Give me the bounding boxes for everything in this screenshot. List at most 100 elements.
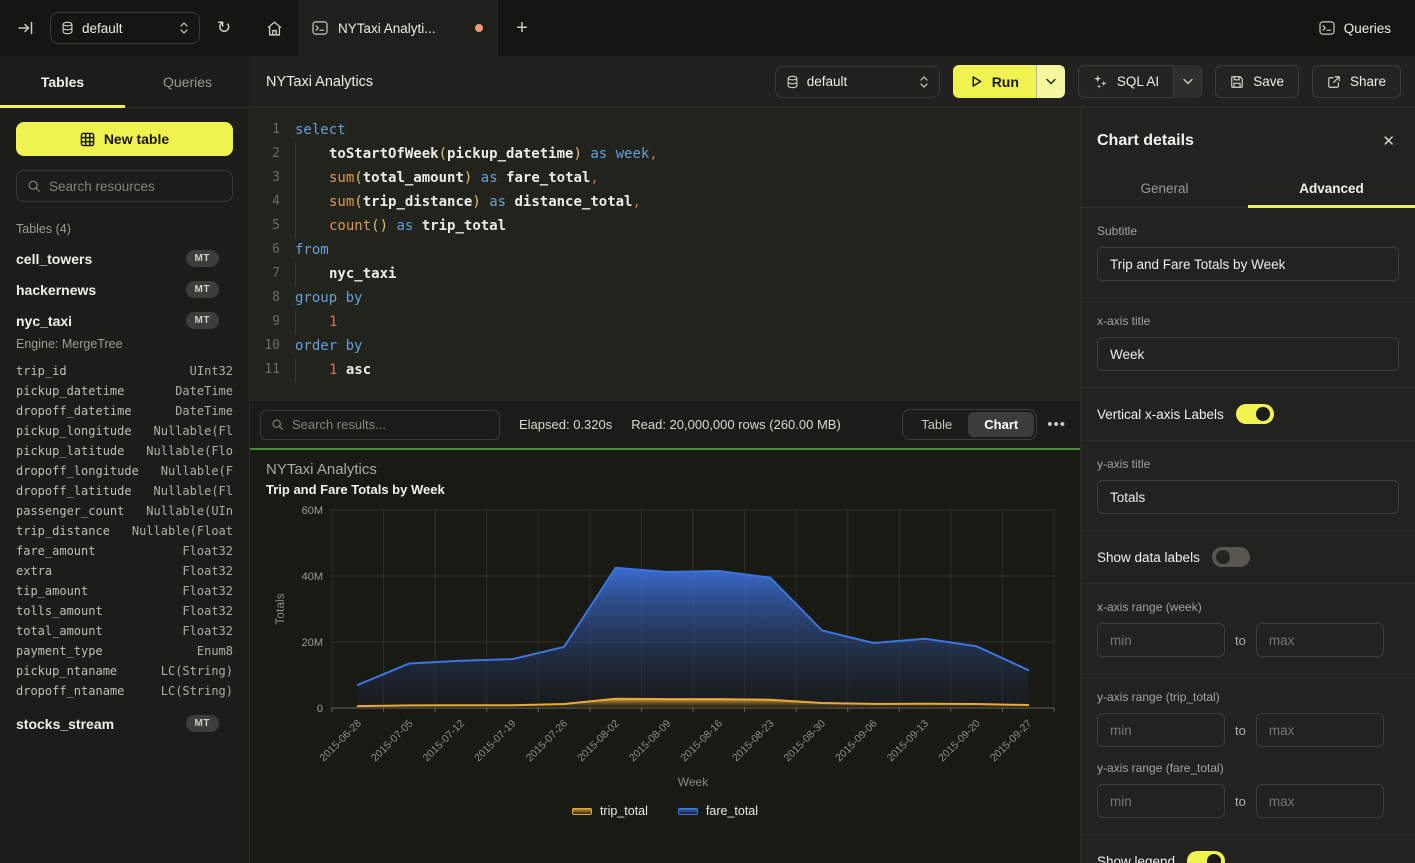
query-header: NYTaxi Analytics default Run <box>250 56 1415 108</box>
tables-section-title: Tables (4) <box>16 222 233 236</box>
svg-text:2015-07-05: 2015-07-05 <box>369 718 416 765</box>
subtitle-label: Subtitle <box>1097 224 1399 238</box>
column-row: pickup_latitudeNullable(Flo <box>16 441 233 461</box>
columns-list: trip_idUInt32pickup_datetimeDateTimedrop… <box>16 361 233 701</box>
code-line[interactable]: 7nyc_taxi <box>250 262 1080 286</box>
yaxis-range-fare-min-input[interactable] <box>1097 784 1225 818</box>
elapsed-stat: Elapsed: 0.320s <box>519 417 612 432</box>
column-row: dropoff_longitudeNullable(F <box>16 461 233 481</box>
sql-editor[interactable]: 1select2toStartOfWeek(pickup_datetime) a… <box>250 108 1080 400</box>
read-stat: Read: 20,000,000 rows (260.00 MB) <box>631 417 841 432</box>
line-number: 2 <box>250 142 280 166</box>
xaxis-range-max-input[interactable] <box>1256 623 1384 657</box>
code-line[interactable]: 111 asc <box>250 358 1080 382</box>
tab-nytaxi-analytics[interactable]: NYTaxi Analyti... <box>298 0 498 56</box>
sidebar: New table Tables (4) cell_towersMThacker… <box>0 108 250 863</box>
tables-list: cell_towersMThackernewsMTnyc_taxiMTEngin… <box>16 250 233 732</box>
code-line[interactable]: 8group by <box>250 286 1080 310</box>
sidebar-search[interactable] <box>16 170 233 202</box>
column-row: pickup_ntanameLC(String) <box>16 661 233 681</box>
run-options-caret[interactable] <box>1036 65 1065 98</box>
column-row: tip_amountFloat32 <box>16 581 233 601</box>
run-database-selector[interactable]: default <box>775 66 940 98</box>
new-table-button[interactable]: New table <box>16 122 233 156</box>
svg-text:2015-08-09: 2015-08-09 <box>627 718 674 765</box>
xaxis-range-label: x-axis range (week) <box>1097 600 1399 614</box>
tab-general[interactable]: General <box>1081 170 1248 207</box>
more-options-icon[interactable]: ••• <box>1047 416 1066 433</box>
line-number: 4 <box>250 190 280 214</box>
legend-item-trip_total[interactable]: trip_total <box>572 804 648 818</box>
save-icon <box>1230 75 1244 89</box>
legend-item-fare_total[interactable]: fare_total <box>678 804 758 818</box>
code-line[interactable]: 3sum(total_amount) as fare_total, <box>250 166 1080 190</box>
home-button[interactable] <box>250 0 298 56</box>
queries-button[interactable]: Queries <box>1319 21 1391 36</box>
yaxis-range-fare-max-input[interactable] <box>1256 784 1384 818</box>
table-engine-badge: MT <box>186 312 219 329</box>
table-view-button[interactable]: Table <box>905 412 968 437</box>
sql-ai-label: SQL AI <box>1117 74 1159 89</box>
show-legend-toggle[interactable] <box>1187 851 1225 863</box>
tab-queries[interactable]: Queries <box>125 56 250 107</box>
search-resources-input[interactable] <box>49 179 222 194</box>
table-row-hackernews[interactable]: hackernewsMT <box>16 281 233 298</box>
close-icon[interactable]: ✕ <box>1382 132 1395 150</box>
chart-details-panel: Chart details ✕ General Advanced Subtitl… <box>1080 108 1415 863</box>
run-button[interactable]: Run <box>953 65 1065 98</box>
results-toolbar: Elapsed: 0.320s Read: 20,000,000 rows (2… <box>250 400 1080 448</box>
code-line[interactable]: 10order by <box>250 334 1080 358</box>
table-name: nyc_taxi <box>16 313 186 329</box>
yaxis-range-trip-min-input[interactable] <box>1097 713 1225 747</box>
topbar-left: default ↻ <box>0 0 250 56</box>
yaxis-range-trip-label: y-axis range (trip_total) <box>1097 690 1399 704</box>
table-engine-badge: MT <box>186 281 219 298</box>
table-row-stocks_stream[interactable]: stocks_streamMT <box>16 715 233 732</box>
show-data-labels-toggle[interactable] <box>1212 547 1250 567</box>
table-name: cell_towers <box>16 251 186 267</box>
yaxis-range-trip-max-input[interactable] <box>1256 713 1384 747</box>
svg-text:0: 0 <box>317 703 323 715</box>
code-line[interactable]: 91 <box>250 310 1080 334</box>
results-search[interactable] <box>260 410 500 440</box>
subtitle-input[interactable] <box>1097 247 1399 281</box>
code-line[interactable]: 5count() as trip_total <box>250 214 1080 238</box>
sql-ai-caret[interactable] <box>1173 65 1201 98</box>
tab-tables[interactable]: Tables <box>0 56 125 107</box>
save-button[interactable]: Save <box>1215 65 1299 98</box>
refresh-icon[interactable]: ↻ <box>210 14 238 42</box>
share-button[interactable]: Share <box>1312 65 1401 98</box>
xaxis-title-input[interactable] <box>1097 337 1399 371</box>
sql-ai-button[interactable]: SQL AI <box>1078 65 1202 98</box>
chart-view-button[interactable]: Chart <box>968 412 1034 437</box>
vertical-xaxis-labels-toggle[interactable] <box>1236 404 1274 424</box>
chart-details-tabs: General Advanced <box>1081 170 1415 208</box>
collapse-sidebar-icon[interactable] <box>12 14 40 42</box>
chart[interactable]: 020M40M60M2015-06-282015-07-052015-07-12… <box>260 500 1060 800</box>
page-title: NYTaxi Analytics <box>266 74 373 90</box>
database-icon <box>786 75 799 89</box>
svg-text:2015-07-19: 2015-07-19 <box>472 718 519 765</box>
table-row-nyc_taxi[interactable]: nyc_taxiMT <box>16 312 233 329</box>
column-row: pickup_datetimeDateTime <box>16 381 233 401</box>
yaxis-title-input[interactable] <box>1097 480 1399 514</box>
table-row-cell_towers[interactable]: cell_towersMT <box>16 250 233 267</box>
column-row: total_amountFloat32 <box>16 621 233 641</box>
to-label: to <box>1235 794 1246 809</box>
query-tab-label: NYTaxi Analyti... <box>338 21 465 36</box>
column-row: trip_idUInt32 <box>16 361 233 381</box>
chart-title: NYTaxi Analytics <box>266 461 377 478</box>
query-tab-icon <box>312 21 328 35</box>
svg-text:2015-07-26: 2015-07-26 <box>524 718 571 765</box>
share-icon <box>1327 75 1341 89</box>
column-row: tolls_amountFloat32 <box>16 601 233 621</box>
new-tab-button[interactable]: + <box>498 0 546 56</box>
xaxis-range-min-input[interactable] <box>1097 623 1225 657</box>
code-line[interactable]: 1select <box>250 118 1080 142</box>
code-line[interactable]: 4sum(trip_distance) as distance_total, <box>250 190 1080 214</box>
code-line[interactable]: 2toStartOfWeek(pickup_datetime) as week, <box>250 142 1080 166</box>
search-results-input[interactable] <box>292 417 489 432</box>
code-line[interactable]: 6from <box>250 238 1080 262</box>
tab-advanced[interactable]: Advanced <box>1248 170 1415 207</box>
database-selector[interactable]: default <box>50 12 200 44</box>
